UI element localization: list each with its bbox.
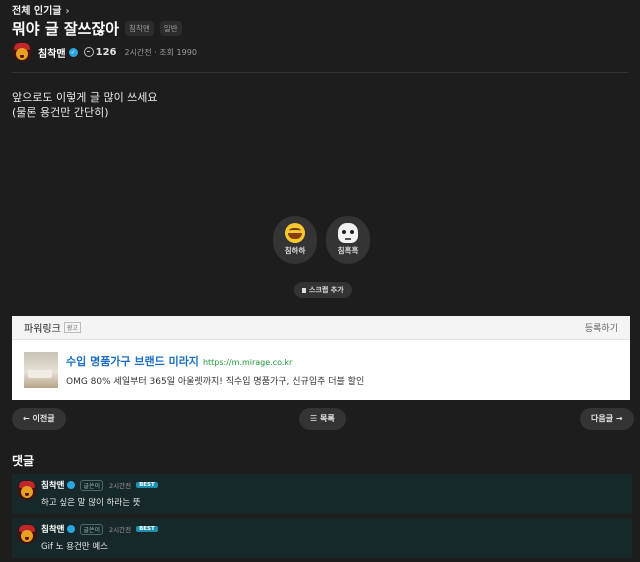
post-body: 앞으로도 이렇게 글 많이 쓰세요 (물론 용건만 간단히) bbox=[12, 90, 158, 120]
best-badge: BEST bbox=[136, 482, 158, 488]
post-meta: 2시간전 · 조회 1990 bbox=[124, 47, 197, 57]
post-tag-streamer[interactable]: 침착맨 bbox=[125, 21, 154, 36]
scrap-button[interactable]: 스크랩 추가 bbox=[294, 282, 352, 298]
ad-badge: 광고 bbox=[63, 322, 81, 333]
ad-headline-text[interactable]: 수입 명품가구 브랜드 미라지 bbox=[66, 355, 199, 368]
reaction-laugh-button[interactable]: 침하하 bbox=[273, 216, 317, 264]
comment-item: 침착맨 글쓴이 2시간전 BEST 하고 싶은 말 많이 하라는 뜻 bbox=[12, 474, 632, 514]
list-button[interactable]: ☰ 목록 bbox=[299, 408, 346, 430]
verified-icon bbox=[67, 481, 76, 489]
comment-role-badge: 글쓴이 bbox=[80, 523, 104, 535]
avatar[interactable] bbox=[12, 42, 32, 62]
comment-time: 2시간전 bbox=[109, 526, 132, 534]
verified-icon bbox=[67, 525, 76, 533]
prev-post-button[interactable]: ← 이전글 bbox=[12, 408, 66, 430]
reaction-label: 침흑흑 bbox=[337, 246, 359, 255]
breadcrumb-label[interactable]: 전체 인기글 bbox=[12, 6, 61, 17]
next-post-button[interactable]: 다음글 → bbox=[580, 408, 634, 430]
ad-thumbnail[interactable] bbox=[24, 352, 58, 388]
comment-text: 하고 싶은 말 많이 하라는 뜻 bbox=[41, 498, 141, 508]
comment-item: 침착맨 글쓴이 2시간전 BEST Gif 노 용건만 예스 bbox=[12, 518, 632, 558]
ad-title: 파워링크 bbox=[24, 324, 61, 335]
comment-author[interactable]: 침착맨 bbox=[41, 523, 64, 535]
author-name[interactable]: 침착맨 bbox=[38, 45, 66, 60]
post-body-line: 앞으로도 이렇게 글 많이 쓰세요 bbox=[12, 91, 158, 104]
post-tag-category[interactable]: 일반 bbox=[159, 21, 182, 36]
author-level: 126 bbox=[95, 46, 117, 58]
ad-headline[interactable]: 수입 명품가구 브랜드 미라지 https://m.mirage.co.kr bbox=[66, 353, 292, 369]
comment-role-badge: 글쓴이 bbox=[80, 479, 104, 491]
verified-icon: ✓ bbox=[68, 47, 78, 57]
avatar[interactable] bbox=[17, 524, 37, 544]
divider bbox=[12, 72, 628, 73]
comment-time: 2시간전 bbox=[109, 482, 132, 490]
laughing-face-icon bbox=[285, 223, 305, 243]
reaction-label: 침하하 bbox=[284, 246, 306, 255]
ad-description[interactable]: OMG 80% 세일부터 365일 아울렛까지! 직수입 명품가구, 신규입주 … bbox=[66, 374, 364, 387]
comment-text: Gif 노 용건만 예스 bbox=[41, 542, 108, 552]
post-header: 뭐야 글 잘쓰잖아 침착맨 일반 bbox=[12, 18, 182, 39]
comment-author[interactable]: 침착맨 bbox=[41, 479, 64, 491]
ad-url[interactable]: https://m.mirage.co.kr bbox=[203, 358, 292, 367]
ad-header: 파워링크 광고 등록하기 bbox=[12, 316, 630, 340]
scrap-label: 스크랩 추가 bbox=[309, 286, 344, 294]
avatar[interactable] bbox=[17, 480, 37, 500]
best-badge: BEST bbox=[136, 526, 158, 532]
level-icon bbox=[83, 47, 94, 57]
bookmark-icon bbox=[302, 288, 306, 293]
skull-icon bbox=[338, 223, 358, 243]
breadcrumb[interactable]: 전체 인기글 › bbox=[12, 2, 70, 17]
reaction-sad-button[interactable]: 침흑흑 bbox=[326, 216, 370, 264]
post-title: 뭐야 글 잘쓰잖아 bbox=[12, 20, 120, 38]
post-body-line: (물론 용건만 간단히) bbox=[12, 106, 109, 119]
ad-register-link[interactable]: 등록하기 bbox=[585, 321, 618, 334]
powerlink-ad[interactable]: 파워링크 광고 등록하기 수입 명품가구 브랜드 미라지 https://m.mi… bbox=[12, 316, 630, 400]
comments-title: 댓글 bbox=[12, 454, 35, 468]
chevron-right-icon: › bbox=[65, 6, 70, 17]
author-row: 침착맨 ✓ 126 2시간전 · 조회 1990 bbox=[12, 42, 197, 62]
